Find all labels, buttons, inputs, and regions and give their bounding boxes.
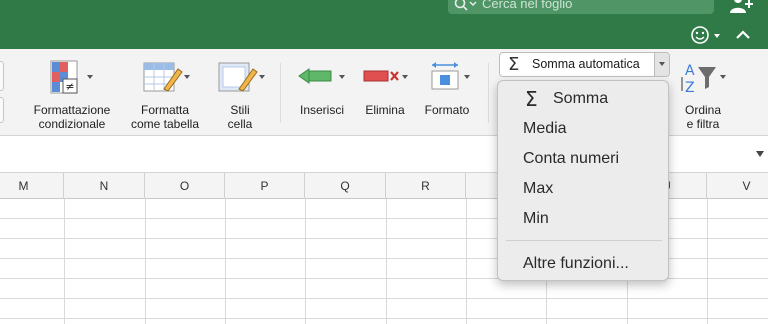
menu-item-min[interactable]: Min <box>498 205 668 233</box>
column-header[interactable]: N <box>64 173 145 199</box>
menu-item-label: Max <box>523 180 554 197</box>
ribbon-separator <box>488 63 489 123</box>
sort-filter-button[interactable]: A Z Ordina e filtra <box>672 59 734 131</box>
column-header[interactable]: P <box>225 173 305 199</box>
ribbon-edge-control[interactable] <box>0 61 4 91</box>
svg-text:A: A <box>685 63 695 79</box>
conditional-formatting-label: Formattazione condizionale <box>33 103 111 131</box>
cell-styles-label: Stili cella <box>227 103 253 131</box>
search-input[interactable]: Cerca nel foglio <box>482 0 572 14</box>
svg-text:Z: Z <box>685 80 695 95</box>
insert-cells-button[interactable]: Inserisci <box>290 59 354 117</box>
column-header[interactable]: V <box>707 173 768 199</box>
feedback-smiley-icon[interactable] <box>690 25 724 45</box>
menu-item-label: Conta numeri <box>523 150 620 167</box>
ribbon-edge-control[interactable] <box>0 97 4 123</box>
autosum-label: Somma automatica <box>532 57 640 71</box>
format-cells-label: Formato <box>424 103 470 117</box>
sort-filter-icon: A Z <box>681 63 726 95</box>
cell-styles-icon <box>218 62 265 92</box>
sigma-icon: Σ <box>508 54 520 75</box>
menu-item-label: Altre funzioni... <box>523 255 629 272</box>
conditional-formatting-icon: ≠ <box>50 60 93 94</box>
autosum-dropdown-arrow[interactable] <box>654 53 669 76</box>
sort-filter-label: Ordina e filtra <box>684 103 722 131</box>
sigma-icon: Σ <box>525 87 538 111</box>
format-cells-icon <box>431 62 470 90</box>
insert-cells-label: Inserisci <box>299 103 344 117</box>
menu-item-label: Somma <box>553 90 609 107</box>
ribbon-separator <box>280 63 281 123</box>
format-as-table-label: Formatta come tabella <box>130 103 200 131</box>
menu-item-conta-numeri[interactable]: Conta numeri <box>498 145 668 173</box>
format-cells-button[interactable]: Formato <box>414 59 480 117</box>
delete-cells-icon <box>363 70 408 82</box>
search-icon <box>454 0 477 11</box>
search-box[interactable]: Cerca nel foglio <box>448 0 714 14</box>
autosum-button[interactable]: Σ Somma automatica <box>499 52 670 77</box>
insert-cells-icon <box>298 68 345 84</box>
conditional-formatting-button[interactable]: ≠ Formattazione condizionale <box>22 59 122 131</box>
cell-styles-button[interactable]: Stili cella <box>208 59 272 131</box>
formula-bar-expand-icon[interactable] <box>756 151 764 157</box>
menu-item-altre-funzioni[interactable]: Altre funzioni... <box>498 250 668 278</box>
menu-item-somma[interactable]: Σ Somma <box>498 85 668 113</box>
svg-text:≠: ≠ <box>65 80 74 93</box>
menu-separator <box>506 240 662 241</box>
format-as-table-icon <box>143 62 190 92</box>
delete-cells-label: Elimina <box>365 103 405 117</box>
autosum-dropdown-menu: Σ Somma Media Conta numeri Max Min Altre… <box>497 80 669 281</box>
menu-item-label: Media <box>523 120 567 137</box>
menu-item-media[interactable]: Media <box>498 115 668 143</box>
column-header[interactable]: Q <box>305 173 386 199</box>
column-header[interactable]: M <box>0 173 64 199</box>
title-bar: Cerca nel foglio <box>0 0 768 49</box>
delete-cells-button[interactable]: Elimina <box>356 59 414 117</box>
menu-item-max[interactable]: Max <box>498 175 668 203</box>
add-person-icon[interactable] <box>728 0 754 14</box>
format-as-table-button[interactable]: Formatta come tabella <box>122 59 208 131</box>
column-header[interactable]: O <box>145 173 225 199</box>
column-header[interactable]: R <box>386 173 466 199</box>
menu-item-label: Min <box>523 210 549 227</box>
collapse-ribbon-icon[interactable] <box>734 26 752 44</box>
